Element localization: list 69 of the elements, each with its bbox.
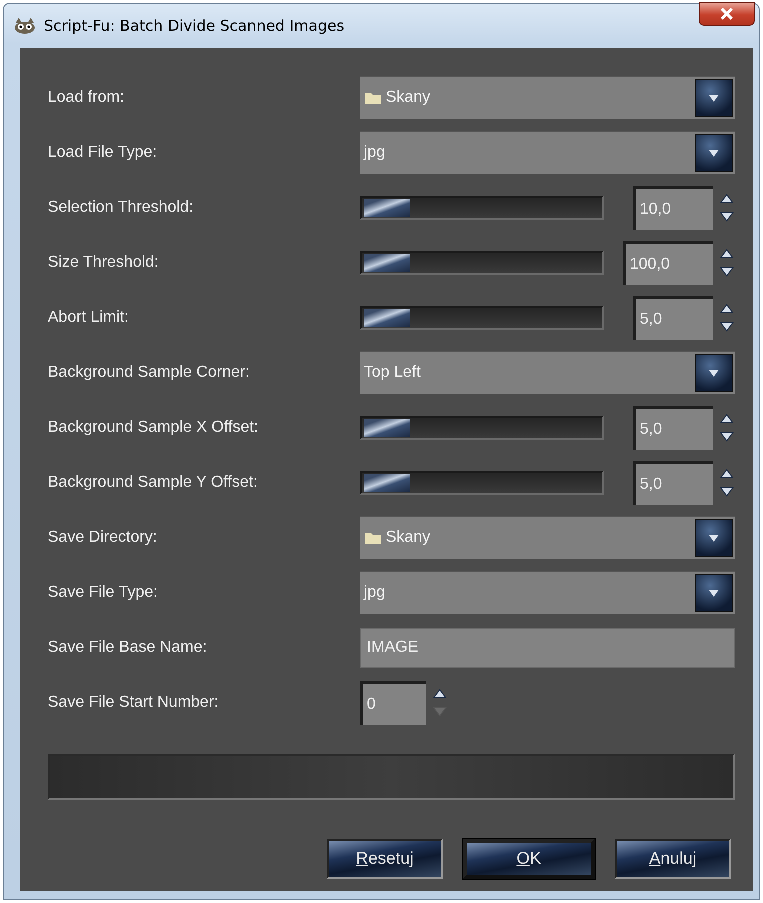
dropdown-arrow-button[interactable] bbox=[695, 574, 733, 612]
dropdown-value: Skany bbox=[386, 89, 430, 107]
field-label: Background Sample Corner: bbox=[48, 364, 251, 382]
spin-up-icon[interactable] bbox=[719, 248, 735, 260]
spin-up-icon[interactable] bbox=[719, 193, 735, 205]
field-label: Load from: bbox=[48, 88, 126, 106]
field-label: Save File Start Number: bbox=[48, 694, 220, 712]
spin-up-icon[interactable] bbox=[719, 413, 735, 425]
caret-icon bbox=[709, 150, 719, 156]
dropdown[interactable]: Top Left bbox=[360, 351, 735, 394]
slider-track[interactable] bbox=[360, 196, 604, 220]
caret-icon bbox=[709, 370, 719, 376]
dropdown-arrow-button[interactable] bbox=[695, 519, 733, 557]
field-label: Save Directory: bbox=[48, 528, 158, 546]
dropdown-arrow-button[interactable] bbox=[695, 79, 733, 117]
slider-track[interactable] bbox=[360, 416, 604, 440]
number-field[interactable]: 0 bbox=[360, 681, 426, 725]
dropdown[interactable]: jpg bbox=[360, 571, 735, 614]
slider-thumb[interactable] bbox=[364, 309, 410, 327]
slider-thumb[interactable] bbox=[364, 199, 410, 217]
spin-down-icon[interactable] bbox=[719, 486, 735, 498]
spin-down-icon[interactable] bbox=[719, 211, 735, 223]
field-label: Save File Type: bbox=[48, 584, 159, 602]
close-icon bbox=[720, 8, 734, 20]
number-field[interactable]: 5,0 bbox=[633, 461, 713, 505]
slider-track[interactable] bbox=[360, 306, 604, 330]
caret-icon bbox=[709, 534, 719, 542]
dropdown-value: jpg bbox=[364, 144, 386, 162]
dropdown-arrow-button[interactable] bbox=[695, 354, 733, 392]
slider-thumb[interactable] bbox=[364, 419, 410, 437]
spin-up-icon[interactable] bbox=[432, 688, 448, 700]
folder-icon bbox=[364, 531, 382, 545]
number-field[interactable]: 100,0 bbox=[623, 241, 713, 285]
slider-thumb[interactable] bbox=[364, 254, 410, 272]
folder-icon bbox=[364, 91, 382, 105]
number-field[interactable]: 10,0 bbox=[633, 186, 713, 230]
slider-track[interactable] bbox=[360, 471, 604, 495]
slider-thumb[interactable] bbox=[364, 474, 410, 492]
slider-track[interactable] bbox=[360, 251, 604, 275]
field-label: Selection Threshold: bbox=[48, 199, 195, 217]
spin-down-icon[interactable] bbox=[719, 431, 735, 443]
app-logo-icon bbox=[14, 17, 36, 35]
dropdown[interactable]: Skany bbox=[360, 76, 735, 119]
dropdown-value: Top Left bbox=[364, 364, 421, 382]
dropdown-value: jpg bbox=[364, 584, 386, 602]
spin-down-icon[interactable] bbox=[719, 321, 735, 333]
caret-icon bbox=[709, 94, 719, 102]
number-field[interactable]: 5,0 bbox=[633, 296, 713, 340]
field-label: Load File Type: bbox=[48, 144, 158, 162]
caret-icon bbox=[709, 590, 719, 596]
dialog-button[interactable]: Resetuj bbox=[327, 839, 443, 879]
close-button[interactable] bbox=[699, 2, 755, 26]
field-label: Size Threshold: bbox=[48, 254, 160, 272]
field-label: Save File Base Name: bbox=[48, 638, 208, 656]
spin-down-icon[interactable] bbox=[719, 266, 735, 278]
window-title: Script-Fu: Batch Divide Scanned Images bbox=[44, 17, 345, 35]
dropdown-value: Skany bbox=[386, 529, 430, 547]
number-field[interactable]: 5,0 bbox=[633, 406, 713, 450]
dialog-button[interactable]: OK bbox=[463, 839, 595, 879]
dropdown-arrow-button[interactable] bbox=[695, 134, 733, 172]
dropdown[interactable]: jpg bbox=[360, 131, 735, 174]
text-field[interactable]: IMAGE bbox=[360, 628, 735, 668]
spin-up-icon[interactable] bbox=[719, 468, 735, 480]
field-label: Background Sample X Offset: bbox=[48, 419, 260, 437]
dropdown[interactable]: Skany bbox=[360, 516, 735, 559]
field-label: Abort Limit: bbox=[48, 309, 130, 327]
field-label: Background Sample Y Offset: bbox=[48, 474, 259, 492]
dialog-button[interactable]: Anuluj bbox=[615, 839, 731, 879]
spin-up-icon[interactable] bbox=[719, 303, 735, 315]
